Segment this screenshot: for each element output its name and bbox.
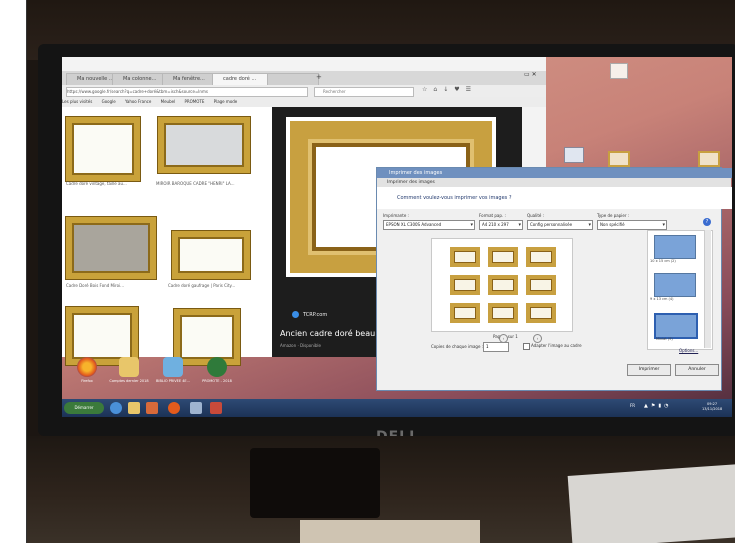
language-indicator[interactable]: FR: [630, 403, 635, 408]
desktop-photo-icon[interactable]: [610, 63, 628, 79]
desktop-frame-icon[interactable]: [698, 151, 720, 167]
photo: Ma nouvelle ... Ma colonne... Ma fenêtre…: [0, 0, 735, 543]
print-button[interactable]: Imprimer: [627, 364, 671, 376]
preview-subtitle: Amazon · Disponible: [280, 343, 321, 348]
bookmark-item[interactable]: Yahoo France: [125, 99, 151, 104]
firefox-taskbar-icon[interactable]: [168, 402, 180, 414]
bookmark-item[interactable]: Meubel: [161, 99, 176, 104]
paper-size-label: Format pap. :: [479, 213, 506, 218]
copies-stepper[interactable]: 1: [483, 342, 509, 352]
start-button[interactable]: Démarrer: [64, 402, 104, 414]
monitor-stand: [250, 448, 380, 518]
printer-label: Imprimante :: [383, 213, 409, 218]
promote-icon: [207, 357, 227, 377]
preview-title[interactable]: Ancien cadre doré beau t: [280, 329, 381, 338]
bookmark-item[interactable]: PROMOTE: [184, 99, 204, 104]
desktop-icon-folder[interactable]: Comptes dernier 2018: [104, 357, 154, 384]
print-preview-pane: [431, 238, 573, 332]
toolbar-icons[interactable]: ☆⌂↓♥☰: [422, 86, 477, 93]
paper-size-select[interactable]: A4 210 x 297: [479, 220, 523, 230]
copies-label: Copies de chaque image :: [431, 344, 484, 349]
window-controls-icon[interactable]: ▭ ✕: [524, 71, 537, 78]
firefox-icon: [77, 357, 97, 377]
bookmarks-bar: Les plus visités Google Yahoo France Meu…: [62, 97, 546, 107]
desktop-icon-label: BIBLIO PRIVEE 4E...: [156, 379, 190, 383]
papers-on-desk: [300, 520, 480, 543]
fit-picture-checkbox[interactable]: [523, 343, 530, 350]
print-thumbnail: [526, 247, 556, 267]
desktop-shortcut-icon[interactable]: [564, 147, 584, 163]
next-page-button[interactable]: ›: [533, 334, 542, 343]
dialog-header: Imprimer des images: [377, 178, 731, 187]
desktop-icon-promote[interactable]: PROMOTE - 2018: [192, 357, 242, 384]
library-icon: [163, 357, 183, 377]
result-caption[interactable]: Cadre doré vintage, taille au...: [66, 181, 146, 186]
folder-icon: [119, 357, 139, 377]
result-image[interactable]: [158, 117, 250, 173]
result-caption[interactable]: Cadre Doré Bois Fond Miroi...: [66, 283, 152, 288]
media-icon[interactable]: [146, 402, 158, 414]
print-thumbnail: [526, 275, 556, 295]
quality-select[interactable]: Config personnalisée: [527, 220, 593, 230]
print-thumbnail: [488, 275, 518, 295]
layout-scrollbar[interactable]: [704, 230, 711, 348]
preview-source[interactable]: TCRP.com: [292, 311, 327, 318]
taskbar-clock[interactable]: 09:27 13/11/2018: [702, 402, 722, 412]
source-logo-icon: [292, 311, 299, 318]
layout-label: Miniat (9): [656, 337, 673, 341]
result-image[interactable]: [66, 117, 140, 181]
print-thumbnail: [450, 303, 480, 323]
url-toolbar: https://www.google.fr/search?q=cadre+dor…: [62, 85, 546, 97]
bookmark-item[interactable]: Google: [102, 99, 116, 104]
photos-taskbar-icon[interactable]: [190, 402, 202, 414]
new-tab-icon[interactable]: +: [316, 73, 322, 81]
print-thumbnail: [450, 275, 480, 295]
printer-select[interactable]: EPSON XL C300S Advanced: [383, 220, 475, 230]
desktop-frame-icon[interactable]: [608, 151, 630, 167]
desktop-icon-library[interactable]: BIBLIO PRIVEE 4E...: [148, 357, 198, 384]
tray-icons[interactable]: ▲⚑▮◔: [644, 403, 671, 409]
paper-type-select[interactable]: Non spécifié: [597, 220, 667, 230]
quality-label: Qualité :: [527, 213, 545, 218]
papers-on-desk: [567, 464, 735, 543]
bookmark-item[interactable]: Les plus visités: [62, 99, 92, 104]
print-thumbnail: [526, 303, 556, 323]
layout-option-selected[interactable]: [654, 313, 698, 339]
layout-option[interactable]: [654, 235, 696, 259]
fit-picture-label: Adapter l'image au cadre: [531, 343, 582, 348]
print-thumbnail: [450, 247, 480, 267]
result-caption[interactable]: Cadre doré gaufrage | Paris City...: [168, 283, 268, 288]
ie-icon[interactable]: [110, 402, 122, 414]
dialog-question: Comment voulez-vous imprimer vos images …: [377, 187, 732, 209]
desktop-icon-label: Comptes dernier 2018: [109, 379, 149, 383]
cancel-button[interactable]: Annuler: [675, 364, 719, 376]
result-image[interactable]: [66, 217, 156, 279]
app-taskbar-icon[interactable]: [210, 402, 222, 414]
options-link[interactable]: Options...: [679, 348, 698, 353]
browser-tab-strip: Ma nouvelle ... Ma colonne... Ma fenêtre…: [62, 71, 546, 86]
bookmark-item[interactable]: Plage mode: [214, 99, 238, 104]
paper-type-label: Type de papier :: [597, 213, 630, 218]
print-thumbnail: [488, 247, 518, 267]
desktop-icon-label: PROMOTE - 2018: [202, 379, 232, 383]
monitor-screen: Ma nouvelle ... Ma colonne... Ma fenêtre…: [62, 57, 732, 417]
explorer-icon[interactable]: [128, 402, 140, 414]
print-images-dialog: Imprimer des images Imprimer des images …: [376, 167, 732, 391]
clock-date: 13/11/2018: [702, 407, 723, 411]
dialog-title: Imprimer des images: [377, 168, 732, 178]
layout-label: 9 x 13 cm (4): [650, 297, 674, 301]
image-results-grid: Cadre doré vintage, taille au... MIROIR …: [62, 107, 272, 365]
layout-option[interactable]: [654, 273, 696, 297]
result-image[interactable]: [172, 231, 250, 279]
taskbar: Démarrer FR ▲⚑▮◔ 09:27 13/11/2018: [62, 399, 732, 417]
browser-search-input[interactable]: Rechercher: [314, 87, 414, 97]
help-icon[interactable]: ?: [703, 218, 711, 226]
image-border: [0, 0, 27, 543]
print-thumbnail: [488, 303, 518, 323]
url-input[interactable]: https://www.google.fr/search?q=cadre+dor…: [66, 87, 308, 97]
layout-label: 10 x 15 cm (2): [650, 259, 676, 263]
result-caption[interactable]: MIROIR BAROQUE CADRE "HENRI" LA...: [156, 181, 266, 186]
